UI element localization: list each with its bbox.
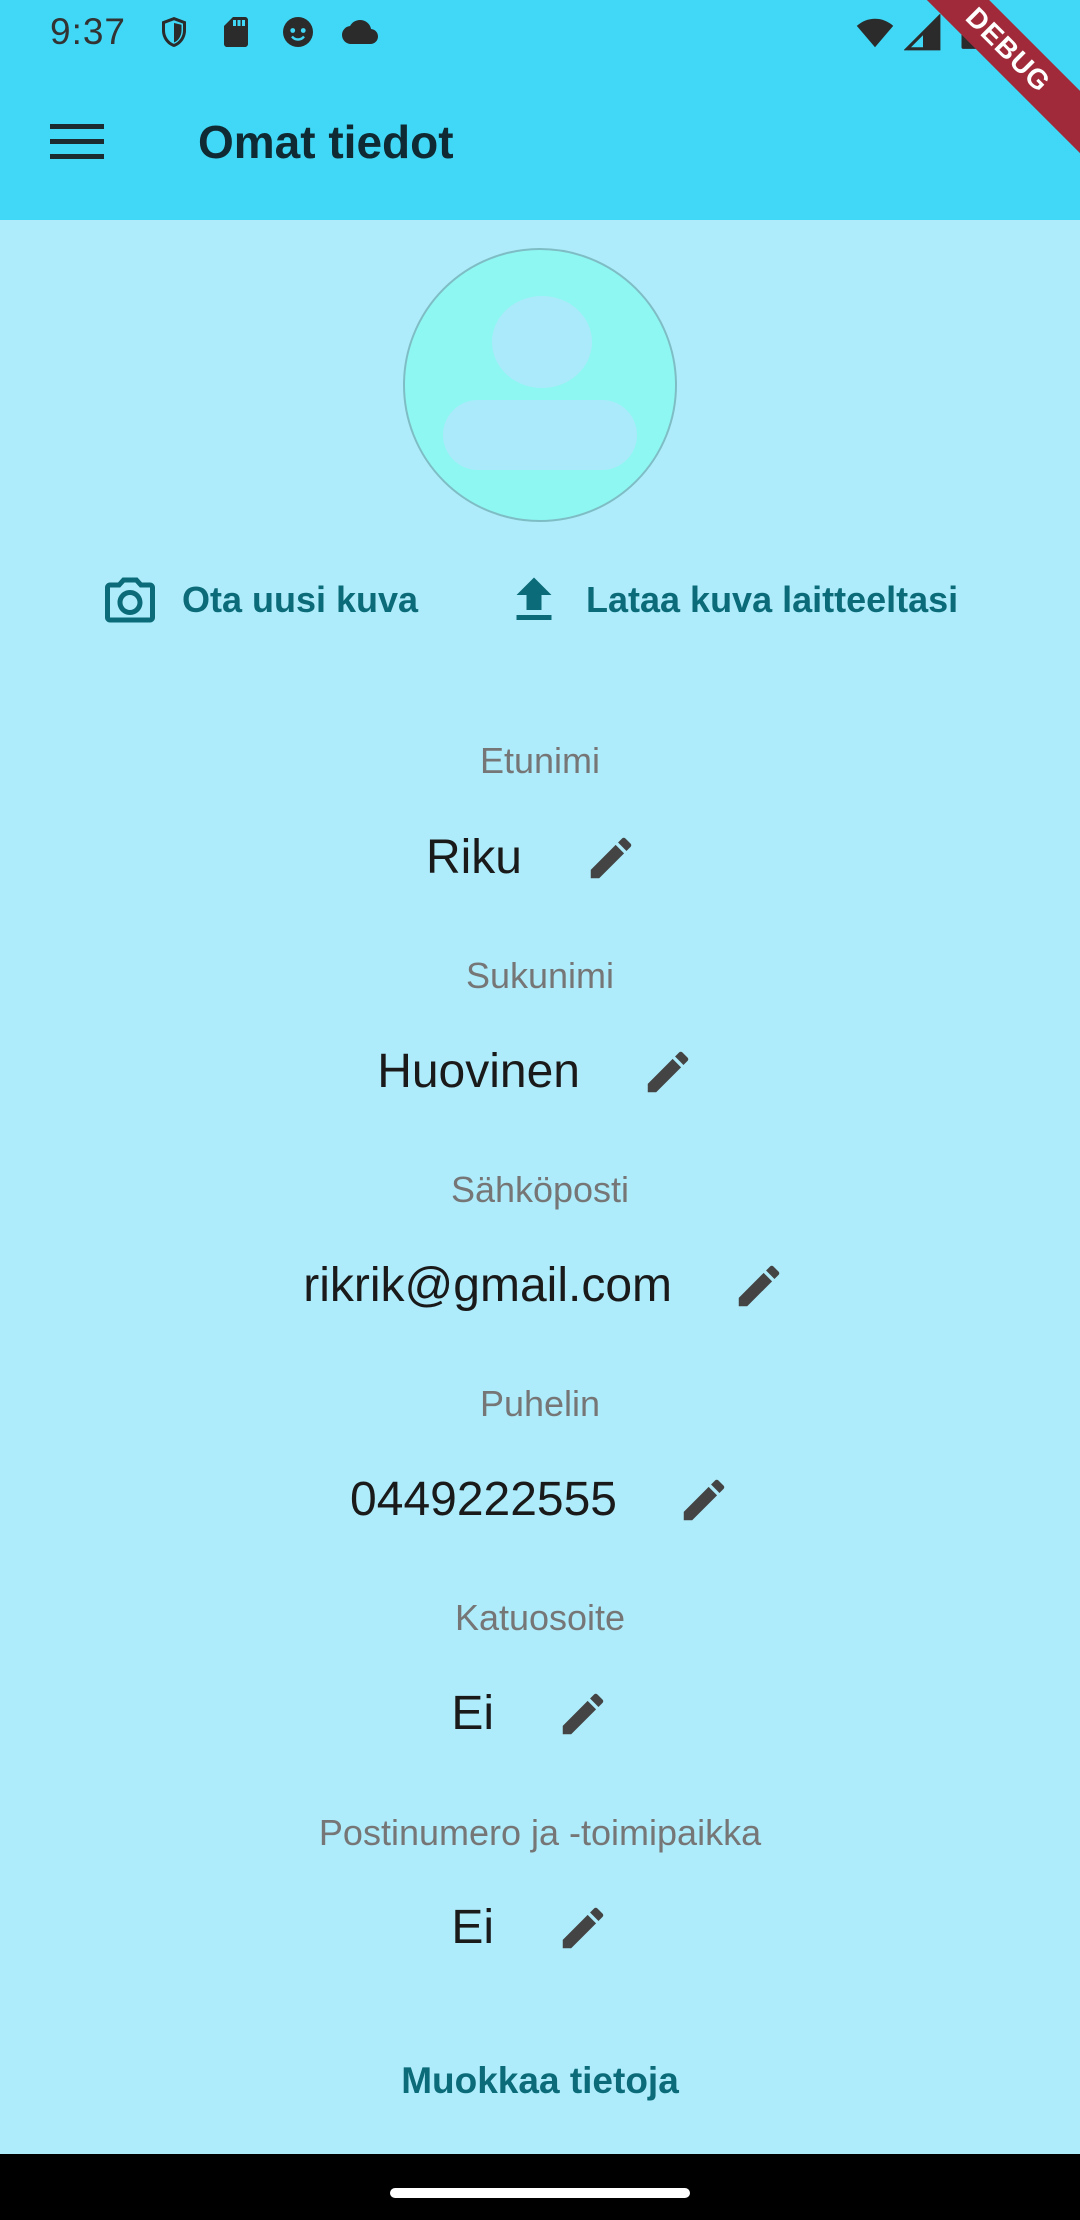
phone-row: 0449222555 — [0, 1460, 1080, 1540]
edit-info-button[interactable]: Muokkaa tietoja — [0, 2060, 1080, 2102]
upload-photo-label: Lataa kuva laitteeltasi — [586, 579, 959, 620]
lastname-label: Sukunimi — [465, 955, 615, 996]
status-icons-left — [156, 14, 379, 50]
edit-email-button[interactable] — [719, 1246, 799, 1326]
page-title: Omat tiedot — [198, 116, 454, 168]
phone-label: Puhelin — [479, 1383, 601, 1424]
lastname-value: Huovinen — [377, 1045, 580, 1098]
street-value: Ei — [451, 1687, 494, 1740]
pencil-icon — [590, 837, 632, 879]
upload-icon — [516, 577, 552, 620]
edit-postal-button[interactable] — [543, 1888, 623, 1968]
street-label: Katuosoite — [454, 1597, 626, 1638]
firstname-label: Etunimi — [479, 740, 601, 781]
avatar-body-shape — [443, 400, 637, 470]
edit-phone-button[interactable] — [664, 1460, 744, 1540]
take-photo-label: Ota uusi kuva — [182, 579, 419, 620]
upload-photo-button[interactable]: Lataa kuva laitteeltasi — [504, 560, 958, 640]
pencil-icon — [647, 1051, 689, 1093]
firstname-value: Riku — [425, 831, 522, 884]
phone-value: 0449222555 — [350, 1473, 617, 1526]
pencil-icon — [738, 1265, 780, 1307]
postal-label: Postinumero ja -toimipaikka — [318, 1812, 762, 1853]
avatar-head-shape — [492, 296, 592, 388]
camera-icon — [105, 577, 155, 623]
status-bar: 9:37 — [0, 0, 1080, 64]
system-nav-bar — [0, 2154, 1080, 2220]
sd-card-icon — [224, 17, 249, 47]
pencil-icon — [683, 1479, 725, 1521]
photo-actions: Ota uusi kuva Lataa kuva laitteeltasi — [0, 560, 1080, 640]
status-time: 9:37 — [50, 11, 127, 52]
street-row: Ei — [0, 1674, 1080, 1754]
edit-firstname-button[interactable] — [571, 818, 651, 898]
shield-icon — [162, 17, 187, 47]
profile-avatar[interactable] — [403, 248, 677, 522]
home-gesture-handle[interactable] — [390, 2188, 690, 2198]
email-row: rikrik@gmail.com — [0, 1246, 1080, 1326]
menu-button[interactable] — [12, 64, 142, 220]
email-label: Sähköposti — [450, 1169, 630, 1210]
postal-row: Ei — [0, 1888, 1080, 1968]
postal-value: Ei — [451, 1901, 494, 1954]
cloud-icon — [342, 19, 379, 44]
email-value: rikrik@gmail.com — [303, 1259, 672, 1312]
edit-lastname-button[interactable] — [628, 1032, 708, 1112]
pencil-icon — [562, 1907, 604, 1949]
edit-street-button[interactable] — [543, 1674, 623, 1754]
lastname-row: Huovinen — [0, 1032, 1080, 1112]
menu-icon — [50, 124, 104, 159]
wifi-icon — [856, 18, 894, 48]
signal-icon — [904, 14, 941, 51]
app-bar: Omat tiedot — [0, 64, 1080, 220]
pencil-icon — [562, 1693, 604, 1735]
take-photo-button[interactable]: Ota uusi kuva — [100, 560, 418, 640]
face-icon — [283, 17, 314, 47]
firstname-row: Riku — [0, 818, 1080, 898]
